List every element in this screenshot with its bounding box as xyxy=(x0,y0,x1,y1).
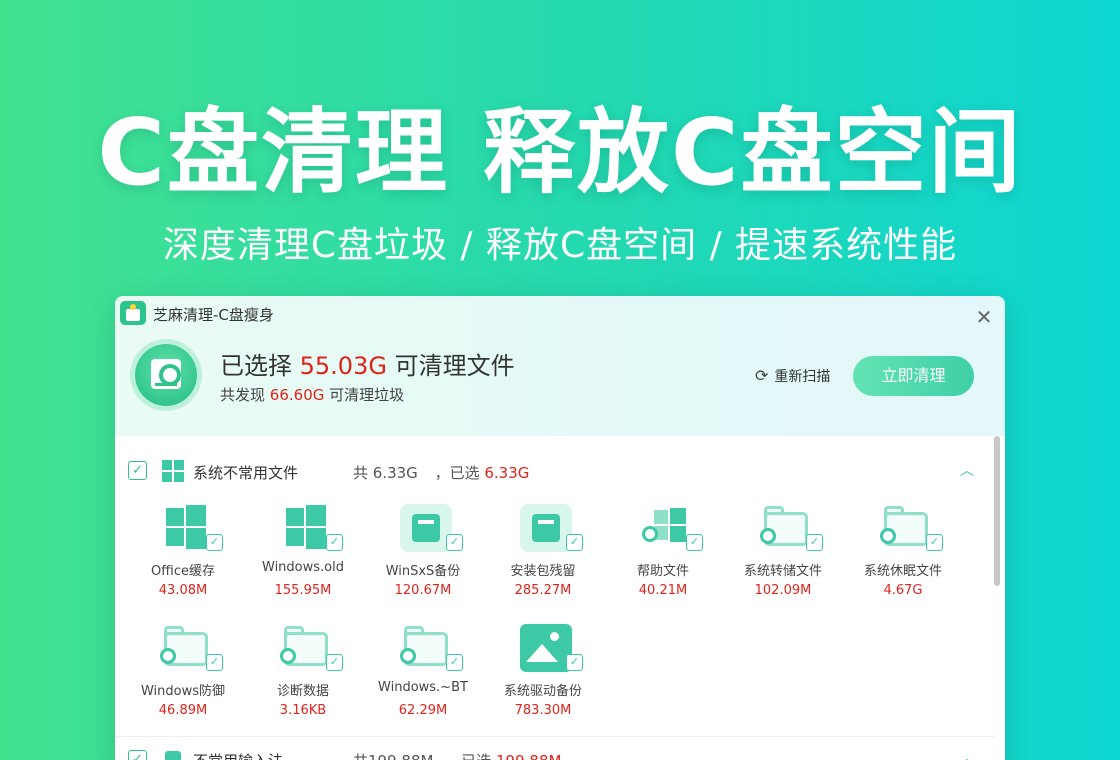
item-checkbox[interactable]: ✓ xyxy=(806,534,823,551)
windows-icon xyxy=(162,460,184,482)
item-label: 安装包残留 xyxy=(510,564,576,579)
section-divider xyxy=(115,736,995,737)
refresh-icon: ⟳ xyxy=(755,366,769,385)
item-label: 帮助文件 xyxy=(636,564,689,579)
item-label: 诊断数据 xyxy=(276,684,329,699)
package-icon xyxy=(400,504,452,552)
folder-gear-icon xyxy=(880,504,932,552)
item-winsxs-backup[interactable]: ✓ WinSxS备份 120.67M xyxy=(363,504,483,614)
found-value: 66.60G xyxy=(269,386,325,404)
item-size: 783.30M xyxy=(514,703,572,718)
section-name: 不常用输入法 xyxy=(193,750,283,760)
item-label: 系统休眠文件 xyxy=(863,564,942,579)
section-checkbox[interactable]: ✓ xyxy=(128,461,147,480)
section-selected-prefix: ，已选 xyxy=(434,464,480,482)
item-label: Windows.~BT xyxy=(378,680,468,695)
section-total-label: 共199.88M xyxy=(353,752,433,760)
close-button[interactable]: ✕ xyxy=(973,306,995,328)
section-total-label: 共 6.33G xyxy=(353,464,418,482)
found-prefix: 共发现 xyxy=(220,386,266,404)
windows-icon xyxy=(160,504,212,552)
item-checkbox[interactable]: ✓ xyxy=(926,534,943,551)
item-label: WinSxS备份 xyxy=(385,564,461,579)
item-size: 40.21M xyxy=(638,583,688,598)
package-icon xyxy=(520,504,572,552)
item-driver-backup[interactable]: ✓ 系统驱动备份 783.30M xyxy=(483,624,603,734)
selected-summary: 已选择 55.03G 可清理文件 xyxy=(220,346,515,381)
app-window: 芝麻清理-C盘瘦身 ✕ 已选择 55.03G 可清理文件 共发现 66.60G … xyxy=(115,296,1005,760)
item-hibernation-file[interactable]: ✓ 系统休眠文件 4.67G xyxy=(843,504,963,614)
item-label: Windows防御 xyxy=(140,684,226,699)
item-size: 62.29M xyxy=(398,703,448,718)
section-selected-value: 199.88M xyxy=(496,752,561,760)
section-selected-prefix: ，已选 xyxy=(446,752,491,760)
item-size: 155.95M xyxy=(274,583,332,598)
item-label: 系统转储文件 xyxy=(743,564,822,579)
item-size: 102.09M xyxy=(754,583,812,598)
section-total: 共 6.33G ，已选 6.33G xyxy=(353,462,529,483)
section-checkbox[interactable]: ✓ xyxy=(128,750,147,760)
item-help-files[interactable]: ✓ 帮助文件 40.21M xyxy=(603,504,723,614)
windows-icon xyxy=(280,504,332,552)
found-summary: 共发现 66.60G 可清理垃圾 xyxy=(220,384,404,405)
item-windows-defender[interactable]: ✓ Windows防御 46.89M xyxy=(123,624,243,734)
item-checkbox[interactable]: ✓ xyxy=(566,534,583,551)
hero-title: C盘清理 释放C盘空间 xyxy=(97,99,1023,206)
item-windows-old[interactable]: ✓ Windows.old 155.95M xyxy=(243,504,363,614)
scrollbar[interactable] xyxy=(994,436,1000,586)
item-checkbox[interactable]: ✓ xyxy=(326,654,343,671)
window-title: 芝麻清理-C盘瘦身 xyxy=(153,306,274,324)
app-logo-icon xyxy=(120,301,146,325)
item-label: Office缓存 xyxy=(151,564,215,579)
section-name: 系统不常用文件 xyxy=(193,464,299,482)
item-checkbox[interactable]: ✓ xyxy=(686,534,703,551)
item-size: 43.08M xyxy=(158,583,208,598)
item-checkbox[interactable]: ✓ xyxy=(206,654,223,671)
windows-gear-icon xyxy=(640,504,692,552)
chevron-up-icon[interactable]: ︿ xyxy=(960,460,974,480)
item-label: 系统驱动备份 xyxy=(503,684,582,699)
item-checkbox[interactable]: ✓ xyxy=(326,534,343,551)
item-office-cache[interactable]: ✓ Office缓存 43.08M xyxy=(123,504,243,614)
item-system-dump-files[interactable]: ✓ 系统转储文件 102.09M xyxy=(723,504,843,614)
folder-gear-icon xyxy=(760,504,812,552)
item-size: 46.89M xyxy=(158,703,208,718)
disk-icon xyxy=(135,344,197,406)
rescan-label: 重新扫描 xyxy=(774,369,831,385)
folder-gear-icon xyxy=(280,624,332,672)
section-total: 共199.88M ，已选 199.88M xyxy=(353,750,561,760)
folder-gear-icon xyxy=(160,624,212,672)
image-icon xyxy=(520,624,572,672)
package-icon xyxy=(162,748,184,760)
item-checkbox[interactable]: ✓ xyxy=(206,534,223,551)
hero-subtitle: 深度清理C盘垃圾 / 释放C盘空间 / 提速系统性能 xyxy=(162,225,958,266)
item-size: 285.27M xyxy=(514,583,572,598)
selected-suffix: 可清理文件 xyxy=(394,352,515,380)
selected-value: 55.03G xyxy=(299,352,387,380)
item-size: 120.67M xyxy=(394,583,452,598)
selected-prefix: 已选择 xyxy=(220,352,292,380)
rescan-button[interactable]: ⟳ 重新扫描 xyxy=(755,366,830,386)
item-size: 3.16KB xyxy=(279,703,327,718)
item-size: 4.67G xyxy=(883,583,923,598)
item-checkbox[interactable]: ✓ xyxy=(446,654,463,671)
item-checkbox[interactable]: ✓ xyxy=(566,654,583,671)
window-header: 芝麻清理-C盘瘦身 ✕ 已选择 55.03G 可清理文件 共发现 66.60G … xyxy=(115,296,1005,436)
item-checkbox[interactable]: ✓ xyxy=(446,534,463,551)
found-suffix: 可清理垃圾 xyxy=(329,386,405,404)
clean-now-button[interactable]: 立即清理 xyxy=(853,356,974,396)
folder-gear-icon xyxy=(400,624,452,672)
chevron-up-icon[interactable]: ︿ xyxy=(960,748,974,760)
item-label: Windows.old xyxy=(262,560,344,575)
item-windows-bt[interactable]: ✓ Windows.~BT 62.29M xyxy=(363,624,483,734)
item-diagnostic-data[interactable]: ✓ 诊断数据 3.16KB xyxy=(243,624,363,734)
section-selected-value: 6.33G xyxy=(484,464,530,482)
item-install-leftovers[interactable]: ✓ 安装包残留 285.27M xyxy=(483,504,603,614)
